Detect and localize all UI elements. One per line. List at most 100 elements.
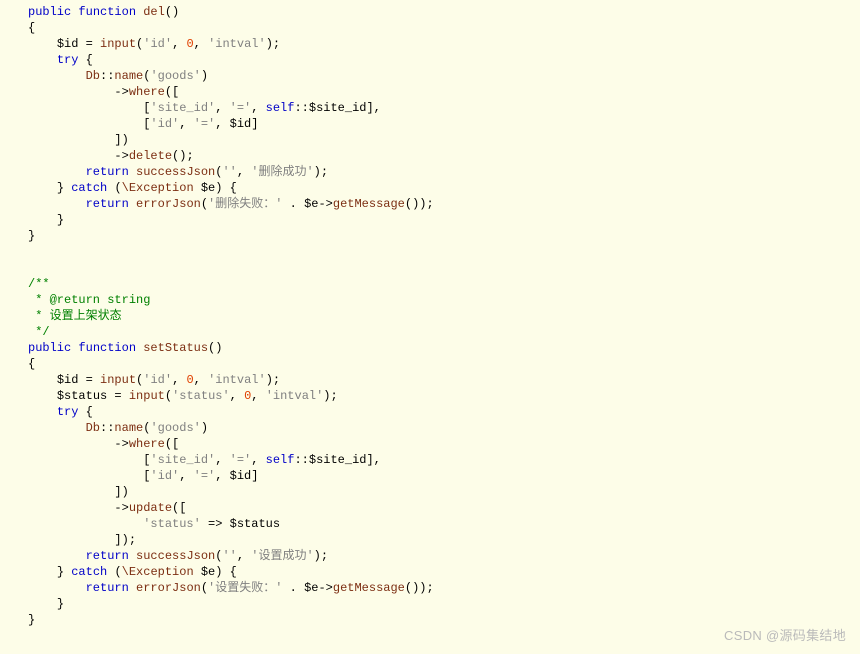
brace-close: } bbox=[57, 181, 64, 195]
code-block: public function del() { $id = input('id'… bbox=[28, 4, 860, 628]
open: ([ bbox=[165, 85, 179, 99]
close: ) { bbox=[215, 565, 237, 579]
num: 0 bbox=[186, 373, 193, 387]
concat: . bbox=[282, 197, 304, 211]
comma: , bbox=[215, 101, 229, 115]
str: 'intval' bbox=[208, 37, 266, 51]
close: ); bbox=[314, 165, 328, 179]
close: ], bbox=[366, 453, 380, 467]
kw-function: function bbox=[78, 341, 136, 355]
comma: , bbox=[172, 373, 186, 387]
var-id: $id bbox=[230, 117, 252, 131]
cls-exception: \Exception bbox=[122, 181, 194, 195]
kw-self: self bbox=[266, 101, 295, 115]
str: 'goods' bbox=[150, 421, 200, 435]
fn-errorjson: errorJson bbox=[136, 581, 201, 595]
paren: () bbox=[208, 341, 222, 355]
str: '删除成功' bbox=[251, 165, 313, 179]
kw-try: try bbox=[57, 53, 79, 67]
comma: , bbox=[172, 37, 186, 51]
kw-return: return bbox=[86, 549, 129, 563]
paren: () bbox=[165, 5, 179, 19]
close: (); bbox=[172, 149, 194, 163]
fn-getmessage: getMessage bbox=[333, 197, 405, 211]
str: 'goods' bbox=[150, 69, 200, 83]
fn-input: input bbox=[129, 389, 165, 403]
comma: , bbox=[237, 165, 251, 179]
comma: , bbox=[215, 469, 229, 483]
fn-input: input bbox=[100, 373, 136, 387]
comma: , bbox=[215, 453, 229, 467]
str: '=' bbox=[194, 117, 216, 131]
fn-getmessage: getMessage bbox=[333, 581, 405, 595]
close: ]) bbox=[114, 133, 128, 147]
colon: :: bbox=[100, 421, 114, 435]
eq: = bbox=[78, 373, 100, 387]
open: ( bbox=[114, 565, 121, 579]
close: ); bbox=[323, 389, 337, 403]
brace-open: { bbox=[28, 357, 35, 371]
kw-public: public bbox=[28, 5, 71, 19]
str: 'status' bbox=[143, 517, 201, 531]
close: ); bbox=[266, 37, 280, 51]
fn-input: input bbox=[100, 37, 136, 51]
arrow: -> bbox=[114, 85, 128, 99]
comma: , bbox=[179, 117, 193, 131]
str: 'id' bbox=[143, 37, 172, 51]
doc-return: * @return string bbox=[28, 293, 150, 307]
cls-exception: \Exception bbox=[122, 565, 194, 579]
doc-close: */ bbox=[28, 325, 50, 339]
arrow: -> bbox=[114, 501, 128, 515]
comma: , bbox=[251, 101, 265, 115]
fat-arrow: => bbox=[201, 517, 230, 531]
open: ( bbox=[201, 581, 208, 595]
num: 0 bbox=[186, 37, 193, 51]
close: ) { bbox=[215, 181, 237, 195]
var-id: $id bbox=[57, 37, 79, 51]
str: 'id' bbox=[150, 117, 179, 131]
var-id: $id bbox=[57, 373, 79, 387]
kw-try: try bbox=[57, 405, 79, 419]
close: ], bbox=[366, 101, 380, 115]
kw-return: return bbox=[86, 581, 129, 595]
eq: = bbox=[107, 389, 129, 403]
fn-where: where bbox=[129, 85, 165, 99]
brace: { bbox=[78, 53, 92, 67]
sp bbox=[194, 181, 201, 195]
str: 'id' bbox=[150, 469, 179, 483]
var-e: $e bbox=[304, 197, 318, 211]
fn-where: where bbox=[129, 437, 165, 451]
str: 'site_id' bbox=[150, 453, 215, 467]
comma: , bbox=[237, 549, 251, 563]
str: 'site_id' bbox=[150, 101, 215, 115]
kw-function: function bbox=[78, 5, 136, 19]
str: 'id' bbox=[143, 373, 172, 387]
cls-db: Db bbox=[86, 421, 100, 435]
var-e: $e bbox=[304, 581, 318, 595]
open: ([ bbox=[165, 437, 179, 451]
colon: :: bbox=[100, 69, 114, 83]
watermark: CSDN @源码集结地 bbox=[724, 628, 846, 644]
kw-public: public bbox=[28, 341, 71, 355]
var-siteid: $site_id bbox=[309, 453, 367, 467]
open: ( bbox=[114, 181, 121, 195]
comma: , bbox=[251, 389, 265, 403]
brace-close: } bbox=[57, 565, 64, 579]
var-siteid: $site_id bbox=[309, 101, 367, 115]
kw-self: self bbox=[266, 453, 295, 467]
open: ( bbox=[165, 389, 172, 403]
str: 'intval' bbox=[266, 389, 324, 403]
arrow: -> bbox=[318, 581, 332, 595]
close: ); bbox=[266, 373, 280, 387]
comma: , bbox=[251, 453, 265, 467]
doc-desc: * 设置上架状态 bbox=[28, 309, 122, 323]
brace-close: } bbox=[57, 213, 64, 227]
str: '' bbox=[222, 549, 236, 563]
brace-open: { bbox=[28, 21, 35, 35]
concat: . bbox=[282, 581, 304, 595]
comma: , bbox=[194, 37, 208, 51]
brace-close: } bbox=[28, 229, 35, 243]
close: ()); bbox=[405, 197, 434, 211]
str: '=' bbox=[230, 453, 252, 467]
doc-open: /** bbox=[28, 277, 50, 291]
